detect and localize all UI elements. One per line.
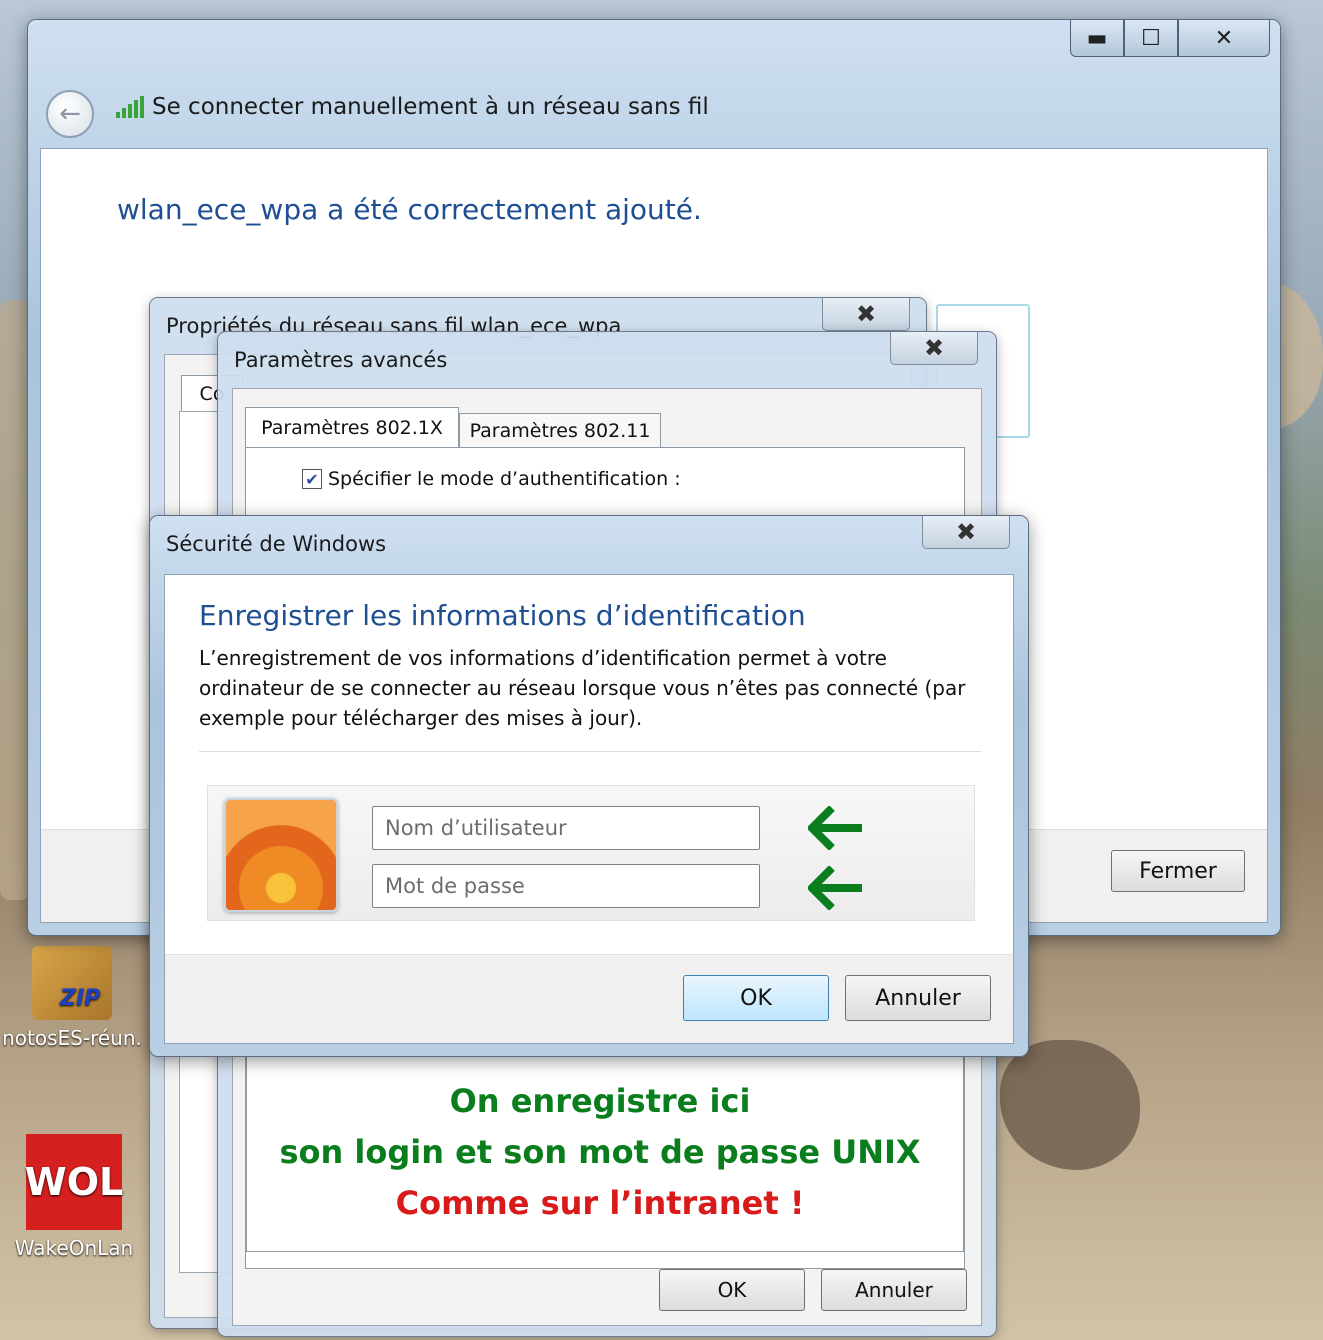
security-title: Sécurité de Windows	[166, 532, 387, 556]
security-heading: Enregistrer les informations d’identific…	[199, 599, 806, 632]
desktop-rock	[1000, 1040, 1140, 1170]
back-arrow-icon[interactable]: ←	[46, 90, 94, 138]
annotation-line-1: On enregistre ici	[449, 1082, 751, 1120]
separator	[199, 751, 981, 752]
wol-app-icon: WOL	[25, 1134, 123, 1230]
advanced-cancel-button[interactable]: Annuler	[821, 1269, 967, 1311]
desktop-rock	[0, 300, 30, 900]
auth-mode-label: Spécifier le mode d’authentification :	[328, 468, 681, 490]
desktop-icon-label: WakeOnLan	[14, 1236, 134, 1260]
security-close-button[interactable]: ✖	[922, 516, 1010, 549]
security-ok-button[interactable]: OK	[683, 975, 829, 1021]
auth-mode-checkbox-row[interactable]: ✔ Spécifier le mode d’authentification :	[302, 468, 681, 490]
credential-tile: Nom d’utilisateur Mot de passe	[207, 785, 975, 921]
properties-close-button[interactable]: ✖	[822, 298, 910, 331]
caption-buttons: ▬ ☐ ✕	[1070, 20, 1270, 57]
password-input[interactable]: Mot de passe	[372, 864, 760, 908]
wizard-title: Se connecter manuellement à un réseau sa…	[116, 94, 709, 120]
minimize-button[interactable]: ▬	[1070, 20, 1124, 57]
desktop-icon-wakeonlan[interactable]: WOL WakeOnLan	[4, 1134, 144, 1260]
close-window-button[interactable]: ✕	[1178, 20, 1270, 57]
advanced-title: Paramètres avancés	[234, 348, 448, 372]
arrow-left-icon	[808, 866, 862, 910]
security-description: L’enregistrement de vos informations d’i…	[199, 646, 966, 730]
username-input[interactable]: Nom d’utilisateur	[372, 806, 760, 850]
desktop-icon-label: notosES-réun.	[2, 1026, 142, 1050]
security-footer: OK Annuler	[165, 954, 1013, 1043]
tab-802-11[interactable]: Paramètres 802.11	[459, 413, 661, 448]
tab-802-1x[interactable]: Paramètres 802.1X	[245, 407, 459, 448]
desktop-icon-zip[interactable]: ZIP notosES-réun.	[2, 946, 142, 1050]
close-button[interactable]: Fermer	[1111, 850, 1245, 892]
security-content: Enregistrer les informations d’identific…	[164, 574, 1014, 1044]
security-cancel-button[interactable]: Annuler	[845, 975, 991, 1021]
annotation-text: On enregistre ici son login et son mot d…	[246, 1076, 954, 1229]
wizard-title-text: Se connecter manuellement à un réseau sa…	[152, 94, 709, 120]
maximize-button[interactable]: ☐	[1124, 20, 1178, 57]
security-dialog: ✖ Sécurité de Windows Enregistrer les in…	[150, 516, 1028, 1056]
annotation-line-3: Comme sur l’intranet !	[395, 1184, 805, 1222]
arrow-left-icon	[808, 806, 862, 850]
advanced-close-button[interactable]: ✖	[890, 332, 978, 365]
wifi-signal-icon	[116, 96, 144, 118]
annotation-line-2: son login et son mot de passe UNIX	[279, 1133, 921, 1171]
zip-archive-icon: ZIP	[32, 946, 112, 1020]
user-avatar-flower-icon	[224, 798, 338, 912]
wizard-heading: wlan_ece_wpa a été correctement ajouté.	[117, 193, 702, 226]
checkbox-checked-icon[interactable]: ✔	[302, 469, 322, 489]
advanced-ok-button[interactable]: OK	[659, 1269, 805, 1311]
